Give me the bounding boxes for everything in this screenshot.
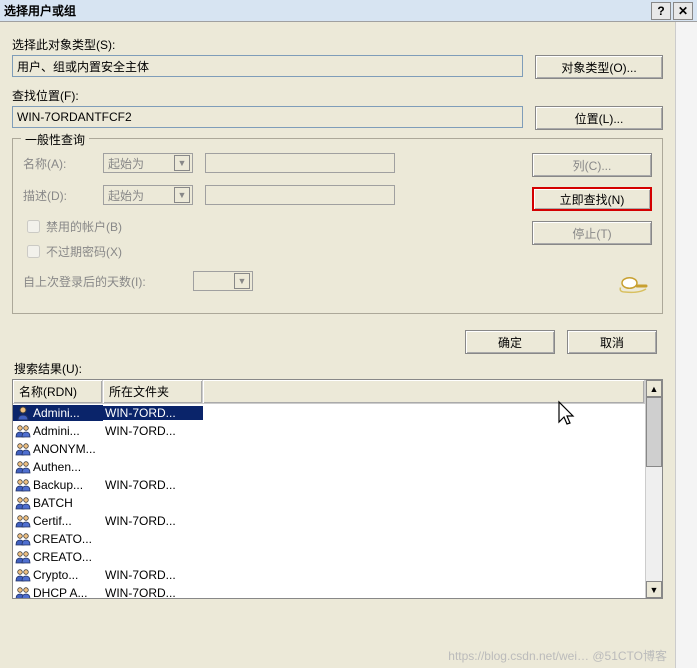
chevron-down-icon: ▼: [174, 155, 190, 171]
ok-button[interactable]: 确定: [465, 330, 555, 354]
list-item[interactable]: CREATO...: [13, 530, 645, 548]
common-queries-group: 一般性查询 名称(A): 起始为 ▼ 描述(D): 起始为 ▼: [12, 138, 663, 314]
chevron-down-icon: ▼: [174, 187, 190, 203]
list-item[interactable]: CREATO...: [13, 548, 645, 566]
columns-button[interactable]: 列(C)...: [532, 153, 652, 177]
name-match-value: 起始为: [108, 155, 144, 172]
description-input[interactable]: [205, 185, 395, 205]
description-match-value: 起始为: [108, 187, 144, 204]
group-icon: [15, 549, 31, 565]
group-icon: [15, 441, 31, 457]
group-icon: [15, 513, 31, 529]
item-folder: WIN-7ORD...: [103, 478, 203, 492]
item-folder: WIN-7ORD...: [103, 406, 203, 420]
days-since-logon-combo[interactable]: ▼: [193, 271, 253, 291]
cancel-button[interactable]: 取消: [567, 330, 657, 354]
item-name: Crypto...: [33, 568, 78, 582]
name-label: 名称(A):: [23, 155, 103, 172]
item-name: Backup...: [33, 478, 83, 492]
item-name: Admini...: [33, 424, 80, 438]
item-name: Authen...: [33, 460, 81, 474]
group-icon: [15, 585, 31, 598]
common-queries-legend: 一般性查询: [21, 131, 89, 148]
column-header-spacer: [203, 380, 645, 403]
item-name: BATCH: [33, 496, 73, 510]
stop-button[interactable]: 停止(T): [532, 221, 652, 245]
column-header-name[interactable]: 名称(RDN): [13, 380, 103, 403]
name-match-combo[interactable]: 起始为 ▼: [103, 153, 193, 173]
list-item[interactable]: Admini... WIN-7ORD...: [13, 404, 645, 422]
scroll-down-button[interactable]: ▼: [646, 581, 662, 598]
group-icon: [15, 495, 31, 511]
item-name: Certif...: [33, 514, 72, 528]
item-name: CREATO...: [33, 532, 92, 546]
item-folder: WIN-7ORD...: [103, 424, 203, 438]
find-now-button[interactable]: 立即查找(N): [532, 187, 652, 211]
description-label: 描述(D):: [23, 187, 103, 204]
item-name: ANONYM...: [33, 442, 96, 456]
non-expiring-password-label: 不过期密码(X): [46, 243, 122, 260]
disabled-accounts-checkbox[interactable]: [27, 220, 40, 233]
object-type-label: 选择此对象类型(S):: [12, 36, 663, 53]
list-item[interactable]: DHCP A... WIN-7ORD...: [13, 584, 645, 598]
listview-header: 名称(RDN) 所在文件夹: [13, 380, 645, 404]
vertical-scrollbar[interactable]: ▲ ▼: [645, 380, 662, 598]
name-input[interactable]: [205, 153, 395, 173]
close-button[interactable]: ✕: [673, 2, 693, 20]
dialog-body: 选择此对象类型(S): 对象类型(O)... 查找位置(F): 位置(L)...…: [0, 22, 675, 668]
location-field: [12, 106, 523, 128]
list-item[interactable]: Authen...: [13, 458, 645, 476]
group-icon: [15, 567, 31, 583]
column-header-folder[interactable]: 所在文件夹: [103, 380, 203, 403]
search-results-label: 搜索结果(U):: [14, 360, 663, 377]
non-expiring-password-checkbox[interactable]: [27, 245, 40, 258]
listview-body[interactable]: Admini... WIN-7ORD... Admini... WIN-7ORD...…: [13, 404, 645, 598]
help-button[interactable]: ?: [651, 2, 671, 20]
locations-button[interactable]: 位置(L)...: [535, 106, 663, 130]
window-title: 选择用户或组: [4, 2, 649, 19]
scroll-track[interactable]: [646, 397, 662, 581]
list-item[interactable]: Certif... WIN-7ORD...: [13, 512, 645, 530]
group-icon: [15, 423, 31, 439]
object-types-button[interactable]: 对象类型(O)...: [535, 55, 663, 79]
user-icon: [15, 405, 31, 421]
list-item[interactable]: Admini... WIN-7ORD...: [13, 422, 645, 440]
object-type-field: [12, 55, 523, 77]
description-match-combo[interactable]: 起始为 ▼: [103, 185, 193, 205]
group-icon: [15, 531, 31, 547]
item-name: DHCP A...: [33, 586, 87, 598]
results-listview[interactable]: 名称(RDN) 所在文件夹 Admini...WIN-7ORD...Admini…: [12, 379, 663, 599]
item-folder: WIN-7ORD...: [103, 514, 203, 528]
watermark: https://blog.csdn.net/wei… @51CTO博客: [448, 647, 667, 664]
days-since-logon-label: 自上次登录后的天数(I):: [23, 273, 193, 290]
list-item[interactable]: Crypto... WIN-7ORD...: [13, 566, 645, 584]
list-item[interactable]: Backup... WIN-7ORD...: [13, 476, 645, 494]
group-icon: [15, 477, 31, 493]
group-icon: [15, 459, 31, 475]
item-name: Admini...: [33, 406, 80, 420]
scroll-up-button[interactable]: ▲: [646, 380, 662, 397]
location-label: 查找位置(F):: [12, 87, 663, 104]
right-margin: [675, 22, 697, 668]
disabled-accounts-label: 禁用的帐户(B): [46, 218, 122, 235]
list-item[interactable]: ANONYM...: [13, 440, 645, 458]
list-item[interactable]: BATCH: [13, 494, 645, 512]
item-folder: WIN-7ORD...: [103, 586, 203, 598]
chevron-down-icon: ▼: [234, 273, 250, 289]
titlebar: 选择用户或组 ? ✕: [0, 0, 697, 22]
scroll-thumb[interactable]: [646, 397, 662, 467]
item-folder: WIN-7ORD...: [103, 568, 203, 582]
search-icon: [616, 271, 652, 298]
item-name: CREATO...: [33, 550, 92, 564]
